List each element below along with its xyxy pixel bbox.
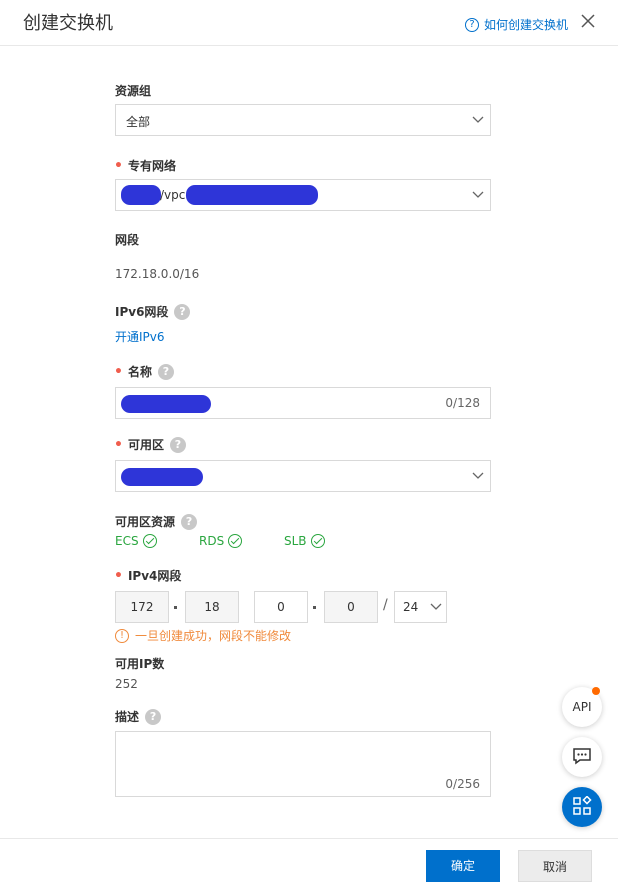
question-icon[interactable]: ?	[169, 436, 186, 453]
ipv4-label: • IPv4网段	[114, 567, 182, 584]
vpc-label: • 专有网络	[114, 157, 176, 174]
confirm-button[interactable]: 确定	[426, 850, 500, 882]
dialog-title: 创建交换机	[23, 13, 113, 34]
resource-group-select[interactable]: 全部	[115, 104, 491, 136]
help-link-label: 如何创建交换机	[483, 18, 568, 32]
help-link[interactable]: ? 如何创建交换机	[464, 16, 568, 33]
dialog-header: 创建交换机 ? 如何创建交换机	[0, 0, 618, 46]
apps-button[interactable]	[562, 787, 602, 827]
notification-dot	[592, 687, 600, 695]
name-input[interactable]: 0/128	[115, 387, 491, 419]
name-label: • 名称 ?	[114, 363, 174, 380]
description-char-count: 0/256	[445, 777, 480, 791]
zone-label: • 可用区 ?	[114, 436, 186, 453]
resource-group-label: 资源组	[115, 84, 152, 98]
chat-button[interactable]	[562, 737, 602, 777]
check-circle-icon	[228, 534, 243, 548]
required-marker: •	[114, 157, 123, 174]
check-circle-icon	[142, 534, 157, 548]
chevron-down-icon	[472, 115, 484, 125]
zone-select[interactable]	[115, 460, 491, 492]
cancel-button[interactable]: 取消	[518, 850, 592, 882]
question-icon[interactable]: ?	[174, 303, 191, 320]
warning-circle-icon: !	[115, 628, 129, 643]
vpc-select[interactable]: /vpc-	[115, 179, 491, 211]
question-icon[interactable]: ?	[145, 708, 162, 725]
ipv4-octet-2: 18	[185, 591, 239, 623]
ipv4-mask-value: 24	[403, 600, 419, 614]
question-icon[interactable]: ?	[181, 513, 198, 530]
ipv4-octet-3-input[interactable]: 0	[254, 591, 308, 623]
chevron-down-icon	[472, 190, 484, 200]
description-label: 描述 ?	[115, 708, 162, 725]
chevron-down-icon	[472, 471, 484, 481]
ipv4-dot	[313, 606, 316, 609]
description-textarea[interactable]: 0/256	[115, 731, 491, 797]
question-circle-icon: ?	[464, 17, 479, 32]
redacted-zone	[121, 468, 203, 486]
ipv4-dot	[174, 606, 177, 609]
resource-rds: RDS	[199, 534, 243, 548]
chevron-down-icon	[430, 602, 442, 612]
required-marker: •	[114, 436, 123, 453]
api-label: API	[572, 700, 592, 714]
cidr-value: 172.18.0.0/16	[115, 267, 200, 281]
apps-icon	[572, 794, 592, 819]
available-ip-label: 可用IP数	[115, 657, 165, 671]
check-circle-icon	[310, 534, 325, 548]
ipv4-octet-4: 0	[324, 591, 378, 623]
resource-group-value: 全部	[126, 115, 151, 129]
resource-slb: SLB	[284, 534, 325, 548]
api-button[interactable]: API	[562, 687, 602, 727]
question-icon[interactable]: ?	[157, 363, 174, 380]
available-ip-value: 252	[115, 677, 138, 691]
redacted-vpc-id	[186, 185, 318, 205]
ipv6-label: IPv6网段 ?	[115, 303, 191, 320]
ipv4-slash: /	[383, 597, 388, 613]
ipv4-mask-select[interactable]: 24	[394, 591, 447, 623]
required-marker: •	[114, 363, 123, 380]
zone-resources-label: 可用区资源 ?	[115, 513, 198, 530]
redacted-name	[121, 395, 211, 413]
close-icon[interactable]	[580, 12, 596, 32]
resource-ecs: ECS	[115, 534, 157, 548]
name-char-count: 0/128	[445, 396, 480, 410]
cidr-warning: ! 一旦创建成功，网段不能修改	[115, 627, 291, 644]
required-marker: •	[114, 567, 123, 584]
enable-ipv6-link[interactable]: 开通IPv6	[115, 328, 165, 345]
cidr-label: 网段	[115, 233, 140, 247]
redacted-vpc-name	[121, 185, 161, 205]
ipv4-octet-1: 172	[115, 591, 169, 623]
chat-icon	[572, 747, 592, 768]
